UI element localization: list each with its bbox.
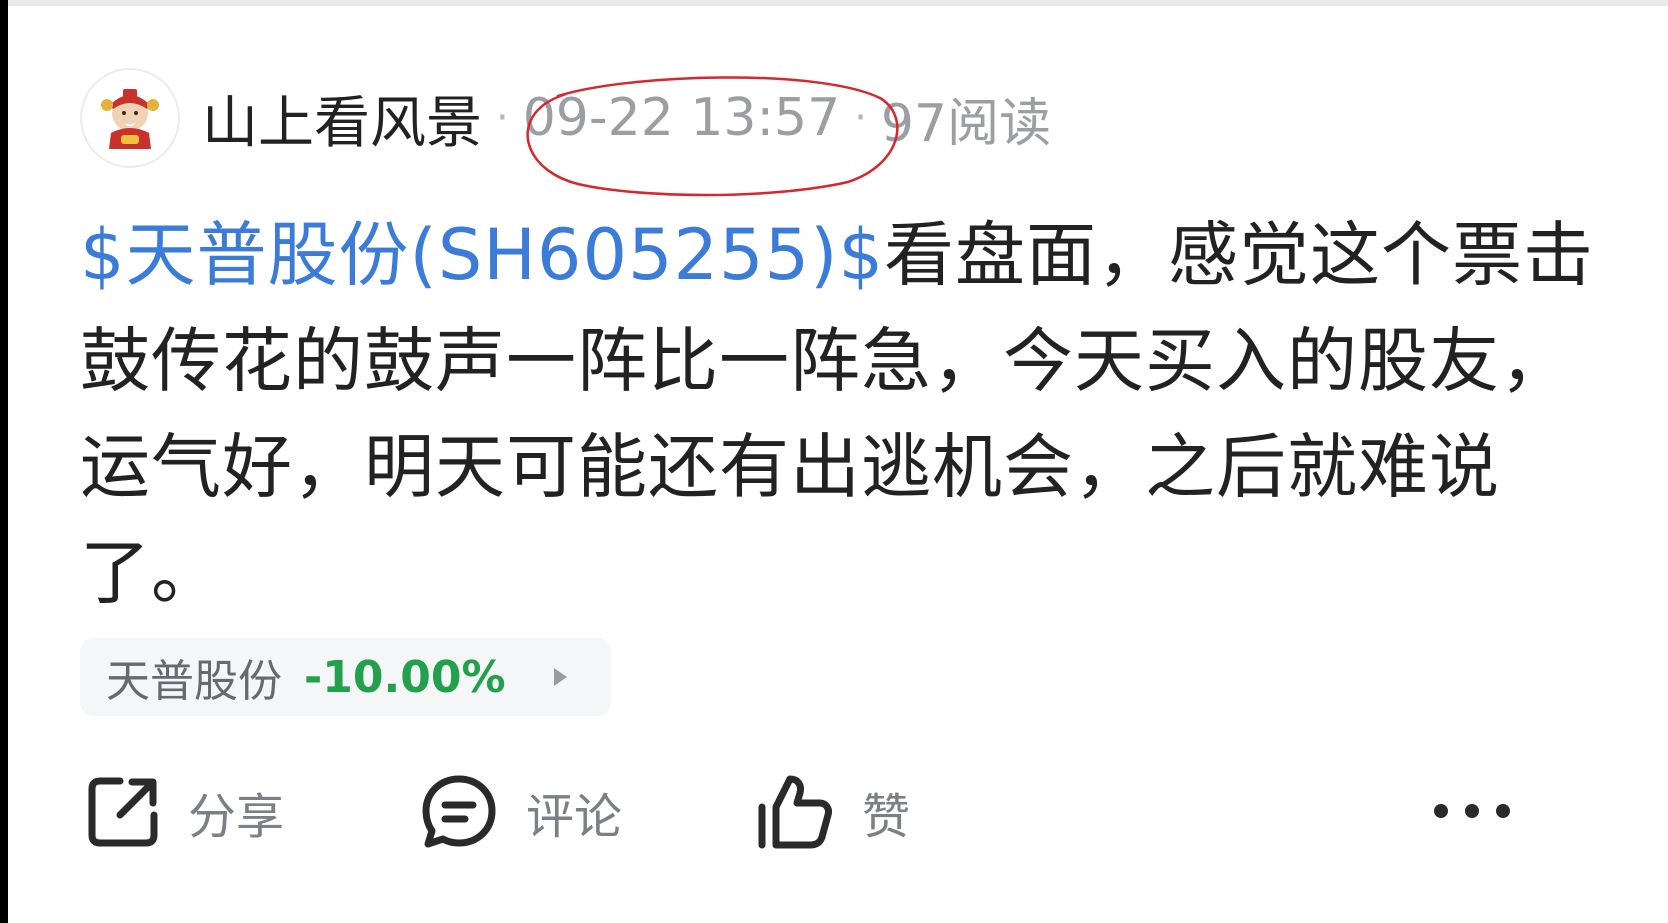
meta-separator: · — [496, 95, 509, 141]
comment-label: 评论 — [526, 789, 623, 845]
thumbs-up-icon — [758, 775, 832, 849]
fortune-god-avatar-icon — [101, 89, 159, 149]
read-count: 97阅读 — [880, 93, 1052, 154]
share-label: 分享 — [188, 789, 285, 845]
like-button[interactable]: 赞 — [756, 770, 910, 854]
post-time: 09-22 13:57 — [522, 88, 841, 148]
more-dot — [1496, 804, 1510, 818]
more-icon[interactable] — [1434, 796, 1510, 826]
stock-chip[interactable]: 天普股份 -10.00% — [80, 638, 611, 716]
more-dot — [1434, 804, 1448, 818]
like-label: 赞 — [862, 789, 911, 845]
share-icon — [88, 777, 158, 847]
stock-link[interactable]: $天普股份(SH605255)$ — [80, 214, 884, 296]
triangle-right-icon — [553, 668, 567, 686]
post-header: 山上看风景 · 09-22 13:57 · 97阅读 — [80, 68, 1051, 168]
author-avatar[interactable] — [80, 68, 180, 168]
stock-chip-change: -10.00% — [304, 651, 506, 703]
comment-button[interactable]: 评论 — [420, 770, 622, 854]
author-name[interactable]: 山上看风景 — [202, 78, 482, 159]
share-button[interactable]: 分享 — [86, 770, 284, 854]
more-dot — [1465, 804, 1479, 818]
post-content: $天普股份(SH605255)$看盘面，感觉这个票击鼓传花的鼓声一阵比一阵急，今… — [80, 202, 1600, 626]
post-card: 山上看风景 · 09-22 13:57 · 97阅读 $天普股份(SH60525… — [8, 0, 1668, 923]
comment-icon — [422, 775, 496, 848]
meta-separator: · — [854, 95, 867, 141]
stock-chip-name: 天普股份 — [106, 656, 282, 707]
